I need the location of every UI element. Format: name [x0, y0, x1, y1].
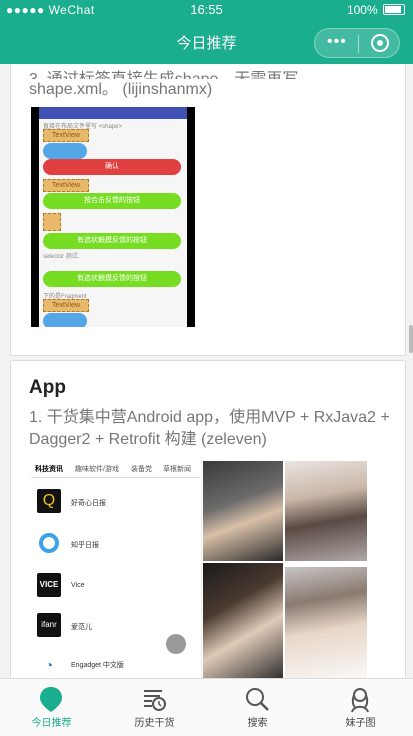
demo-textview: TextView [43, 129, 89, 142]
tab-label: 妹子图 [345, 718, 376, 729]
feed-content[interactable]: 3. 通过标签直接生成shape，无需再写 shape.xml。 (lijins… [0, 64, 413, 678]
tab-label: 今日推荐 [31, 718, 72, 729]
app-name: 知乎日报 [71, 542, 99, 549]
article-card[interactable]: 3. 通过标签直接生成shape，无需再写 shape.xml。 (lijins… [10, 64, 406, 356]
app-name: Vice [71, 582, 85, 589]
photo-gallery[interactable] [203, 461, 375, 678]
tab-bar: 今日推荐 历史干货 搜索 妹子图 [0, 678, 413, 736]
app-logo: ifanr [37, 613, 61, 637]
more-dots-icon[interactable]: ••• [327, 33, 347, 51]
zhihu-logo-icon [37, 531, 61, 555]
tab-girls[interactable]: 妹子图 [309, 679, 412, 736]
demo-screenshot[interactable]: 直接在布局文件里写 <shape> TextView 确认 TextView 按… [31, 107, 195, 327]
app-name: Engadget 中文版 [71, 662, 124, 669]
battery-icon [383, 4, 405, 15]
signal-logo-icon: ◔ [37, 653, 61, 677]
card-title: App [29, 377, 66, 398]
photo[interactable] [285, 461, 367, 561]
demo-blue-pill [43, 313, 87, 327]
capsule-divider [358, 35, 359, 53]
mini-program-capsule: ••• [314, 28, 400, 58]
app-tab: 趣味软件/游戏 [75, 466, 119, 473]
demo-textview: TextView [43, 179, 89, 192]
app-tab: 草根新闻 [163, 466, 191, 473]
nav-bar: 今日推荐 ••• [0, 20, 413, 64]
girl-icon [351, 688, 369, 713]
card-text: shape.xml。 (lijinshanmx) [29, 79, 395, 101]
demo-textview: TextView [43, 299, 89, 312]
app-tabs: 科技资讯 趣味软件/游戏 装备党 草根新闻 [31, 461, 201, 478]
app-name: 好奇心日报 [71, 500, 106, 507]
article-card[interactable]: App 1. 干货集中营Android app，使用MVP + RxJava2 … [10, 360, 406, 678]
app-tab: 装备党 [131, 466, 152, 473]
drop-pin-icon [40, 687, 62, 712]
demo-confirm-button: 确认 [43, 159, 181, 175]
demo-toolbar [39, 107, 187, 119]
app-logo: VICE [37, 573, 61, 597]
photo[interactable] [285, 567, 367, 678]
app-tab: 科技资讯 [35, 466, 63, 473]
tab-label: 历史干货 [134, 718, 175, 729]
tab-history[interactable]: 历史干货 [103, 679, 206, 736]
demo-green-button: 有选状触摸反馈的按钮 [43, 233, 181, 249]
history-list-icon [144, 690, 166, 711]
floating-scroll-indicator[interactable] [166, 634, 186, 654]
card-text: 1. 干货集中营Android app，使用MVP + RxJava2 + Da… [29, 409, 390, 448]
demo-square [43, 213, 61, 231]
tab-search[interactable]: 搜索 [206, 679, 309, 736]
photo[interactable] [203, 461, 283, 561]
search-icon [246, 688, 269, 711]
scrollbar-thumb[interactable] [409, 325, 413, 353]
photo[interactable] [203, 563, 283, 678]
battery-percent: 100% [346, 3, 378, 17]
close-circle-icon[interactable] [371, 34, 389, 52]
tab-label: 搜索 [247, 718, 268, 729]
demo-green-button: 按合击反馈的按钮 [43, 193, 181, 209]
app-name: 爱范儿 [71, 624, 92, 631]
battery-status: 100% [347, 3, 405, 17]
demo-green-button: 有选状触摸反馈的按钮 [43, 271, 181, 287]
app-logo: Q [37, 489, 61, 513]
demo-label: selector 测试: [43, 254, 80, 260]
tab-today[interactable]: 今日推荐 [0, 679, 103, 736]
status-bar: ●●●●● WeChat 16:55 100% [0, 0, 413, 20]
demo-blue-pill [43, 143, 87, 159]
